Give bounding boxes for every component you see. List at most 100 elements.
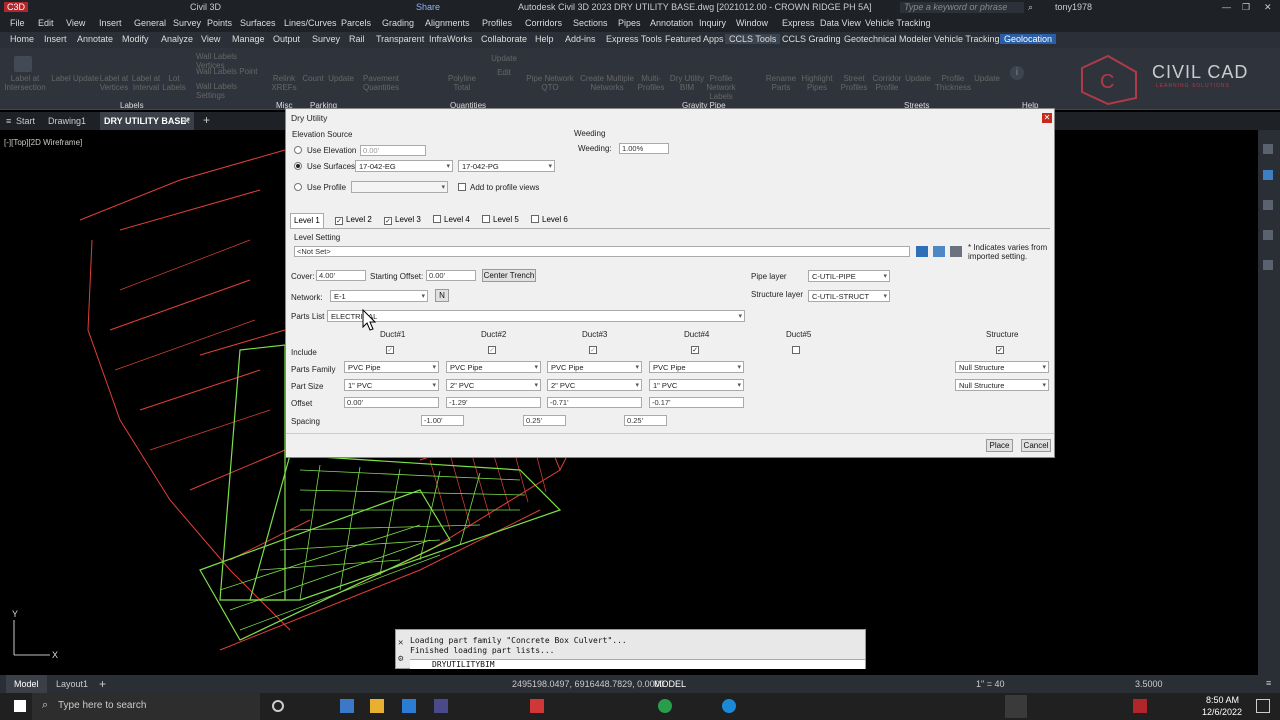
pipe-layer-select[interactable]: C-UTIL-PIPE <box>808 270 890 282</box>
ribbon-highlight-pipes[interactable]: Highlight Pipes <box>798 74 836 92</box>
menu-parcels[interactable]: Parcels <box>341 18 371 28</box>
doc-tab-current[interactable]: DRY UTILITY BASE* <box>100 112 194 130</box>
include-duct-4-checkbox[interactable]: ✓ <box>691 346 699 354</box>
ribbon-profile-network-labels[interactable]: Profile Network Labels <box>706 74 736 101</box>
duct-2-size-select[interactable]: 2" PVC <box>446 379 541 391</box>
surface1-select[interactable]: 17-042-EG <box>355 160 453 172</box>
ribbon-relink-xrefs[interactable]: Relink XREFs <box>270 74 298 92</box>
duct-4-size-select[interactable]: 1" PVC <box>649 379 744 391</box>
ribbon-update-3[interactable]: Update <box>904 74 932 83</box>
toolbar-icon-1[interactable] <box>1263 170 1273 180</box>
tab-home[interactable]: Home <box>6 34 38 44</box>
ribbon-edit[interactable]: Edit <box>484 68 524 77</box>
tab-vehicle-tracking[interactable]: Vehicle Tracking <box>930 34 1004 44</box>
duct-4-family-select[interactable]: PVC Pipe <box>649 361 744 373</box>
cortana-icon[interactable] <box>272 700 284 712</box>
parts-list-select[interactable]: ELECTRICAL <box>327 310 745 322</box>
search-icon[interactable]: ⌕ <box>1028 2 1033 13</box>
menu-inquiry[interactable]: Inquiry <box>699 18 726 28</box>
file-explorer-icon[interactable] <box>370 699 384 713</box>
use-profile-radio[interactable] <box>294 183 302 191</box>
menu-lines-curves[interactable]: Lines/Curves <box>284 18 337 28</box>
command-input[interactable]: DRYUTILITYBIM <box>410 659 865 669</box>
duct-2-offset-field[interactable]: -1.29' <box>446 397 541 408</box>
menu-annotation[interactable]: Annotation <box>650 18 693 28</box>
use-surfaces-radio[interactable] <box>294 162 302 170</box>
menu-alignments[interactable]: Alignments <box>425 18 470 28</box>
menu-window[interactable]: Window <box>736 18 768 28</box>
app-logo[interactable]: C3D <box>4 2 29 12</box>
search-input[interactable]: Type a keyword or phrase <box>900 2 1024 13</box>
structure-family-select[interactable]: Null Structure <box>955 361 1049 373</box>
outlook-icon[interactable] <box>402 699 416 713</box>
tab-add-ins[interactable]: Add-ins <box>561 34 600 44</box>
spacing-2-3-field[interactable]: 0.25' <box>523 415 566 426</box>
user-name[interactable]: tony1978 <box>1055 2 1092 12</box>
toolbar-icon-2[interactable] <box>1263 200 1273 210</box>
tab-collaborate[interactable]: Collaborate <box>477 34 531 44</box>
menu-vehicle-tracking[interactable]: Vehicle Tracking <box>865 18 931 28</box>
ribbon-update-1[interactable]: Update <box>326 74 356 83</box>
doc-tab-drawing1[interactable]: Drawing1 <box>48 116 86 126</box>
menu-express[interactable]: Express <box>782 18 815 28</box>
ribbon-wall-point[interactable]: Wall Labels Point <box>196 67 266 76</box>
use-elevation-radio[interactable] <box>294 146 302 154</box>
tab-geotechnical-modeler[interactable]: Geotechnical Modeler <box>840 34 936 44</box>
chrome-icon[interactable] <box>658 699 672 713</box>
restore-icon[interactable]: ❐ <box>1242 2 1250 13</box>
tab-rail[interactable]: Rail <box>345 34 369 44</box>
duct-3-size-select[interactable]: 2" PVC <box>547 379 642 391</box>
ribbon-count[interactable]: Count <box>300 74 326 83</box>
tab-level-3[interactable]: ✓ Level 3 <box>381 213 424 229</box>
menu-edit[interactable]: Edit <box>38 18 54 28</box>
ribbon-label-intersection[interactable]: Label at Intersection <box>2 74 48 92</box>
include-duct-1-checkbox[interactable]: ✓ <box>386 346 394 354</box>
group-labels[interactable]: Labels <box>120 101 144 110</box>
add-to-profile-checkbox[interactable] <box>458 183 466 191</box>
command-close-icon[interactable]: ✕ <box>398 638 403 648</box>
ribbon-profile-thickness[interactable]: Profile Thickness <box>934 74 972 92</box>
nav-cube-icon[interactable] <box>1263 144 1273 154</box>
duct-1-offset-field[interactable]: 0.00' <box>344 397 439 408</box>
duct-3-offset-field[interactable]: -0.71' <box>547 397 642 408</box>
menu-icon[interactable]: ≡ <box>6 116 11 126</box>
menu-profiles[interactable]: Profiles <box>482 18 512 28</box>
precision-readout[interactable]: 3.5000 <box>1135 679 1163 689</box>
cancel-button[interactable]: Cancel <box>1021 439 1051 452</box>
duct-1-size-select[interactable]: 1" PVC <box>344 379 439 391</box>
new-network-button[interactable]: N <box>435 289 449 302</box>
doc-tab-start[interactable]: Start <box>16 116 35 126</box>
tab-geolocation[interactable]: Geolocation <box>1000 34 1057 44</box>
tab-level-1[interactable]: Level 1 <box>290 213 324 229</box>
clock-time[interactable]: 8:50 AM <box>1206 695 1239 705</box>
import-icon[interactable] <box>950 246 962 257</box>
level-setting-field[interactable]: <Not Set> <box>294 246 910 257</box>
weeding-field[interactable]: 1.00% <box>619 143 669 154</box>
tab-manage[interactable]: Manage <box>228 34 269 44</box>
elevation-field[interactable]: 0.00' <box>360 145 426 156</box>
menu-grading[interactable]: Grading <box>382 18 414 28</box>
tab-help[interactable]: Help <box>531 34 558 44</box>
dialog-close-icon[interactable]: ✕ <box>1042 113 1052 123</box>
notifications-icon[interactable] <box>1256 699 1270 713</box>
ribbon-create-networks[interactable]: Create Multiple Networks <box>578 74 636 92</box>
level-5-checkbox[interactable] <box>482 215 490 223</box>
place-button[interactable]: Place <box>986 439 1013 452</box>
ribbon-update-2[interactable]: Update <box>484 54 524 63</box>
tab-ccls-grading[interactable]: CCLS Grading <box>778 34 845 44</box>
tab-ccls-tools[interactable]: CCLS Tools <box>725 34 781 44</box>
app-icon-1[interactable] <box>340 699 354 713</box>
duct-1-family-select[interactable]: PVC Pipe <box>344 361 439 373</box>
app-icon-4[interactable] <box>1133 699 1147 713</box>
tab-featured-apps[interactable]: Featured Apps <box>661 34 728 44</box>
menu-file[interactable]: File <box>10 18 25 28</box>
cover-field[interactable]: 4.00' <box>316 270 366 281</box>
ribbon-pavement-quantities[interactable]: Pavement Quantities <box>358 74 404 92</box>
clock-date[interactable]: 12/6/2022 <box>1202 707 1242 717</box>
menu-data-view[interactable]: Data View <box>820 18 861 28</box>
app-icon-2[interactable] <box>434 699 448 713</box>
model-space-toggle[interactable]: MODEL <box>654 679 686 689</box>
add-layout-icon[interactable]: + <box>99 677 106 691</box>
model-tab[interactable]: Model <box>6 675 47 693</box>
layout1-tab[interactable]: Layout1 <box>56 679 88 689</box>
